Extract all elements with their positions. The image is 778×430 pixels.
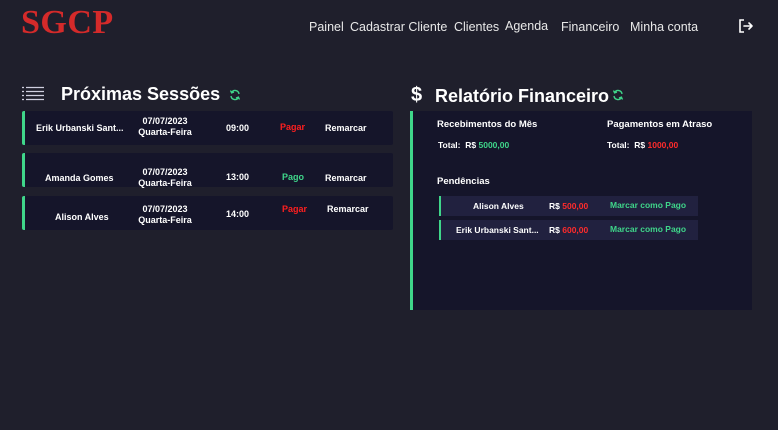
session-date: 07/07/2023 Quarta-Feira bbox=[133, 116, 197, 138]
sessions-title: Próximas Sessões bbox=[61, 84, 221, 104]
pending-amount: R$ 600,00 bbox=[549, 225, 588, 235]
session-date: 07/07/2023 Quarta-Feira bbox=[133, 204, 197, 226]
session-weekday: Quarta-Feira bbox=[138, 215, 192, 225]
session-date-value: 07/07/2023 bbox=[142, 204, 188, 214]
session-time: 13:00 bbox=[226, 172, 250, 182]
dollar-icon: $ bbox=[411, 84, 423, 106]
session-date-value: 07/07/2023 bbox=[142, 167, 188, 177]
session-time: 09:00 bbox=[226, 123, 250, 133]
receipts-currency: R$ bbox=[465, 140, 477, 150]
nav-agenda[interactable]: Agenda bbox=[505, 19, 548, 33]
session-card: Erik Urbanski Sant... 07/07/2023 Quarta-… bbox=[22, 111, 393, 145]
pending-currency: R$ bbox=[549, 201, 560, 211]
session-card: Alison Alves 07/07/2023 Quarta-Feira 14:… bbox=[22, 196, 393, 230]
reschedule-button[interactable]: Remarcar bbox=[325, 123, 367, 133]
session-time: 14:00 bbox=[226, 209, 250, 219]
pending-amount: R$ 500,00 bbox=[549, 201, 588, 211]
nav-minha-conta[interactable]: Minha conta bbox=[630, 20, 698, 34]
overdue-total: Total: R$ 1000,00 bbox=[607, 140, 678, 150]
session-weekday: Quarta-Feira bbox=[138, 127, 192, 137]
paid-status: Pago bbox=[282, 172, 305, 182]
session-client-name: Amanda Gomes bbox=[45, 173, 114, 183]
pending-currency: R$ bbox=[549, 225, 560, 235]
session-client-name: Alison Alves bbox=[55, 212, 109, 222]
pending-client-name: Alison Alves bbox=[473, 201, 524, 211]
refresh-sessions-icon[interactable] bbox=[229, 89, 241, 101]
logout-icon[interactable] bbox=[738, 18, 754, 34]
pending-row: Alison Alves R$ 500,00 Marcar como Pago bbox=[439, 196, 698, 216]
nav-painel[interactable]: Painel bbox=[309, 20, 344, 34]
list-icon bbox=[22, 86, 44, 101]
finance-panel: Recebimentos do Mês Total: R$ 5000,00 Pa… bbox=[410, 111, 752, 310]
receipts-title: Recebimentos do Mês bbox=[437, 119, 538, 130]
pending-client-name: Erik Urbanski Sant... bbox=[456, 225, 539, 235]
overdue-currency: R$ bbox=[634, 140, 646, 150]
overdue-title: Pagamentos em Atraso bbox=[607, 119, 713, 130]
nav-clientes[interactable]: Clientes bbox=[454, 20, 499, 34]
mark-paid-button[interactable]: Marcar como Pago bbox=[610, 224, 686, 234]
pay-button[interactable]: Pagar bbox=[280, 122, 305, 132]
pending-value: 600,00 bbox=[562, 225, 589, 235]
reschedule-button[interactable]: Remarcar bbox=[327, 204, 369, 214]
mark-paid-button[interactable]: Marcar como Pago bbox=[610, 200, 686, 210]
refresh-finance-icon[interactable] bbox=[612, 89, 624, 101]
receipts-total-label: Total: bbox=[438, 140, 461, 150]
pending-row: Erik Urbanski Sant... R$ 600,00 Marcar c… bbox=[439, 220, 698, 240]
session-card: Amanda Gomes 07/07/2023 Quarta-Feira 13:… bbox=[22, 153, 393, 189]
pay-button[interactable]: Pagar bbox=[282, 204, 307, 214]
session-client-name: Erik Urbanski Sant... bbox=[36, 123, 124, 133]
pending-title: Pendências bbox=[437, 176, 490, 187]
session-date-value: 07/07/2023 bbox=[142, 116, 188, 126]
receipts-total: Total: R$ 5000,00 bbox=[438, 140, 509, 150]
pending-value: 500,00 bbox=[562, 201, 589, 211]
nav-cadastrar-cliente[interactable]: Cadastrar Cliente bbox=[350, 20, 447, 34]
nav-financeiro[interactable]: Financeiro bbox=[561, 20, 619, 34]
finance-title: Relatório Financeiro bbox=[435, 86, 610, 106]
session-date: 07/07/2023 Quarta-Feira bbox=[133, 167, 197, 189]
reschedule-button[interactable]: Remarcar bbox=[325, 173, 367, 183]
session-weekday: Quarta-Feira bbox=[138, 178, 192, 188]
overdue-value: 1000,00 bbox=[647, 140, 679, 150]
overdue-total-label: Total: bbox=[607, 140, 630, 150]
app-logo[interactable]: SGCP bbox=[21, 4, 114, 42]
receipts-value: 5000,00 bbox=[478, 140, 510, 150]
